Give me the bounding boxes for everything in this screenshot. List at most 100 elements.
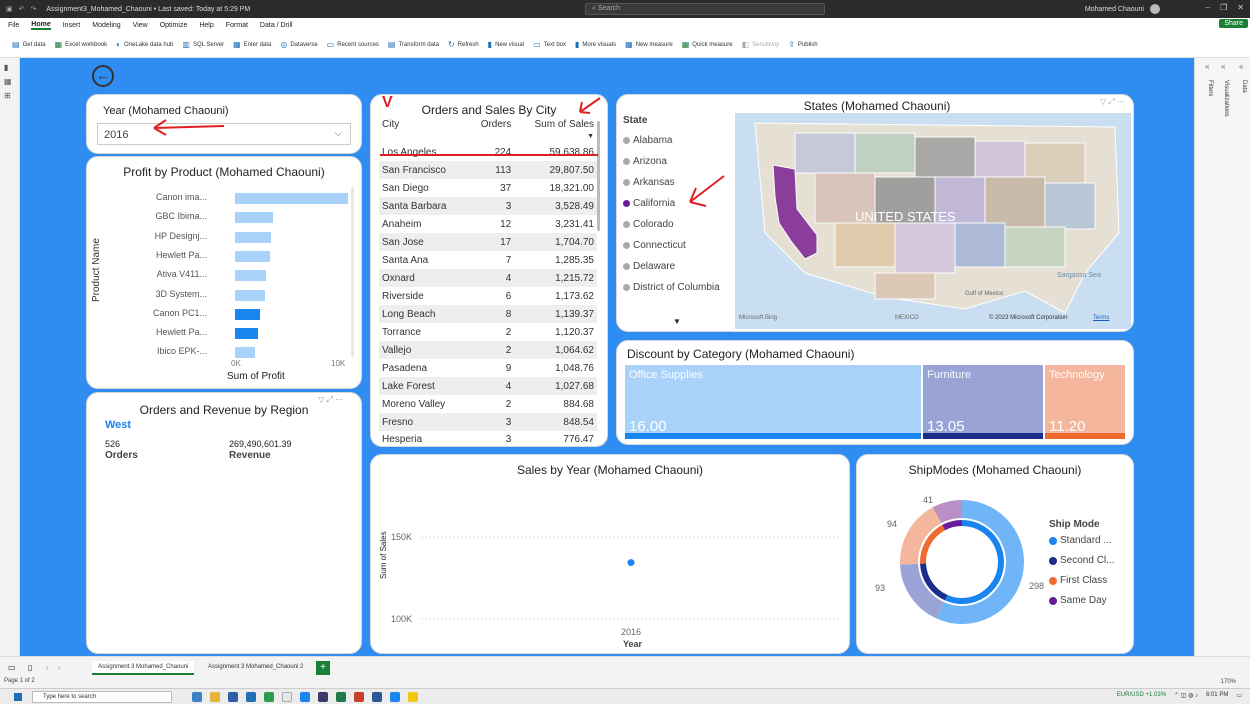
- table-row[interactable]: Vallejo 2 1,064.62: [379, 341, 597, 359]
- app-icon-4[interactable]: [318, 692, 328, 702]
- minimize-icon[interactable]: –: [1206, 3, 1210, 12]
- get-data-button[interactable]: ▤ Get data: [12, 40, 46, 49]
- menu-modeling[interactable]: Modeling: [92, 22, 120, 29]
- table-row[interactable]: Lake Forest 4 1,027.68: [379, 377, 597, 395]
- share-button[interactable]: Share: [1219, 19, 1248, 28]
- menu-help[interactable]: Help: [199, 22, 213, 29]
- table-row[interactable]: Moreno Valley 2 884.68: [379, 395, 597, 413]
- state-legend-item[interactable]: Alabama: [623, 135, 672, 146]
- legend-same-day[interactable]: Same Day: [1049, 595, 1107, 606]
- col-city[interactable]: City: [379, 117, 468, 143]
- power-bi-icon[interactable]: [408, 692, 418, 702]
- model-view-icon[interactable]: ⊞: [4, 92, 16, 100]
- avatar[interactable]: [1150, 4, 1160, 14]
- state-legend-item[interactable]: District of Columbia: [623, 282, 720, 293]
- state-legend-item[interactable]: Connecticut: [623, 240, 686, 251]
- table-row[interactable]: Hesperia 3 776.47: [379, 431, 597, 446]
- menu-home[interactable]: Home: [31, 21, 51, 30]
- task-view-icon[interactable]: [192, 692, 202, 702]
- redo-icon[interactable]: ↷: [31, 5, 37, 13]
- treemap-office-supplies[interactable]: Office Supplies 16.00: [625, 365, 921, 439]
- enter-data-button[interactable]: ▦ Enter data: [233, 40, 271, 49]
- chrome-icon[interactable]: [264, 692, 274, 702]
- collapse-filters-icon[interactable]: «: [1205, 62, 1209, 71]
- visual-header-icons[interactable]: ▽ ⤢ ⋯: [1100, 97, 1125, 107]
- profit-bar[interactable]: [235, 270, 266, 282]
- notification-icon[interactable]: ▭: [1236, 692, 1242, 699]
- desktop-view-icon[interactable]: ▭: [8, 663, 16, 672]
- sensitivity-button[interactable]: ◧ Sensitivity: [742, 40, 780, 49]
- menu-view[interactable]: View: [133, 22, 148, 29]
- word-icon[interactable]: [372, 692, 382, 702]
- taskbar-search[interactable]: Type here to search: [32, 691, 172, 703]
- visualizations-pane-tab[interactable]: Visualizations: [1223, 80, 1229, 117]
- map-canvas[interactable]: UNITED STATES Gulf of Mexico MEXICO Sarg…: [735, 113, 1131, 329]
- more-visuals-button[interactable]: ▮ More visuals: [575, 40, 616, 49]
- text-box-button[interactable]: ▭ Text box: [533, 40, 566, 49]
- table-row[interactable]: Fresno 3 848.54: [379, 413, 597, 431]
- table-row[interactable]: Santa Ana 7 1,285.35: [379, 251, 597, 269]
- profit-bar[interactable]: [235, 231, 271, 243]
- legend-second-class[interactable]: Second Cl...: [1049, 555, 1114, 566]
- profit-bar[interactable]: [235, 289, 265, 301]
- profit-bar[interactable]: [235, 212, 273, 224]
- app-icon-2[interactable]: [246, 692, 256, 702]
- app-icon-1[interactable]: [228, 692, 238, 702]
- state-legend-item[interactable]: Delaware: [623, 261, 675, 272]
- new-visual-button[interactable]: ▮ New visual: [488, 40, 524, 49]
- powerpoint-icon[interactable]: [354, 692, 364, 702]
- windows-start-icon[interactable]: [14, 693, 22, 701]
- state-legend-item[interactable]: California: [623, 198, 675, 209]
- table-row[interactable]: Anaheim 12 3,231.41: [379, 215, 597, 233]
- edge-icon[interactable]: [300, 692, 310, 702]
- table-view-icon[interactable]: ▦: [4, 78, 16, 86]
- save-icon[interactable]: ▣: [6, 5, 13, 13]
- quick-measure-button[interactable]: ▦ Quick measure: [682, 40, 733, 49]
- restore-icon[interactable]: ❐: [1220, 3, 1227, 12]
- menu-data-drill[interactable]: Data / Drill: [260, 22, 293, 29]
- collapse-data-icon[interactable]: «: [1239, 62, 1243, 71]
- search-box[interactable]: ⌕ Search: [585, 3, 825, 15]
- state-legend-item[interactable]: Arizona: [623, 156, 667, 167]
- table-row[interactable]: Torrance 2 1,120.37: [379, 323, 597, 341]
- profit-bar[interactable]: [235, 308, 261, 320]
- table-row[interactable]: San Jose 17 1,704.70: [379, 233, 597, 251]
- legend-more-icon[interactable]: ▼: [673, 317, 681, 326]
- profit-bar[interactable]: [235, 193, 349, 204]
- zoom-level[interactable]: 170%: [1221, 679, 1236, 685]
- treemap-technology[interactable]: Technology 11.20: [1045, 365, 1125, 439]
- back-arrow-icon[interactable]: ←: [92, 65, 114, 87]
- transform-data-button[interactable]: ▤ Transform data: [388, 40, 439, 49]
- table-row[interactable]: Long Beach 8 1,139.37: [379, 305, 597, 323]
- excel-taskbar-icon[interactable]: [336, 692, 346, 702]
- prev-page-icon[interactable]: ‹: [46, 663, 49, 672]
- next-page-icon[interactable]: ›: [58, 663, 61, 672]
- scrollbar[interactable]: [351, 187, 354, 357]
- app-icon-3[interactable]: [282, 692, 292, 702]
- legend-first-class[interactable]: First Class: [1049, 575, 1107, 586]
- col-sum-sales[interactable]: Sum of Sales ▼: [514, 117, 597, 143]
- donut-chart[interactable]: [897, 497, 1027, 627]
- tab-assignment-3[interactable]: Assignment 3 Mohamed_Chaouni: [92, 661, 195, 675]
- filter-icon[interactable]: ▽ ⤢ ⋯: [318, 395, 343, 405]
- excel-workbook-button[interactable]: ▦ Excel workbook: [55, 40, 108, 49]
- close-icon[interactable]: ✕: [1237, 3, 1244, 12]
- table-row[interactable]: San Diego 37 18,321.00: [379, 179, 597, 197]
- legend-standard[interactable]: Standard ...: [1049, 535, 1112, 546]
- collapse-visualizations-icon[interactable]: «: [1221, 62, 1225, 71]
- table-row[interactable]: Pasadena 9 1,048.76: [379, 359, 597, 377]
- profit-bar[interactable]: [235, 328, 259, 340]
- menu-optimize[interactable]: Optimize: [160, 22, 188, 29]
- menu-format[interactable]: Format: [226, 22, 248, 29]
- tab-assignment-3-2[interactable]: Assignment 3 Mohamed_Chaouni 2: [202, 661, 309, 675]
- filters-pane-tab[interactable]: Filters: [1207, 80, 1213, 96]
- table-scrollbar[interactable]: [597, 121, 600, 231]
- treemap-furniture[interactable]: Furniture 13.05: [923, 365, 1043, 439]
- onelake-button[interactable]: ◐ OneLake data hub: [116, 40, 173, 49]
- dataverse-button[interactable]: ◎ Dataverse: [280, 40, 317, 49]
- refresh-button[interactable]: ↻ Refresh: [448, 40, 479, 49]
- menu-insert[interactable]: Insert: [63, 22, 81, 29]
- undo-icon[interactable]: ↶: [19, 5, 25, 13]
- col-orders[interactable]: Orders: [468, 117, 514, 143]
- map-terms-link[interactable]: Terms: [1093, 315, 1109, 321]
